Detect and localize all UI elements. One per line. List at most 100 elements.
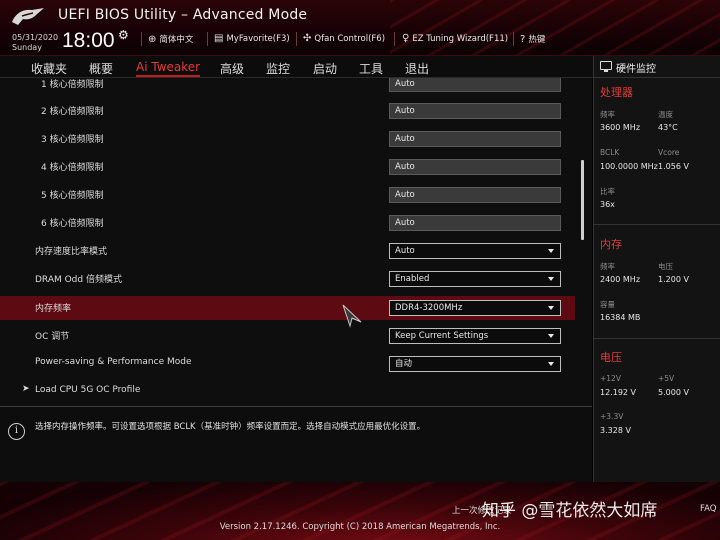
title-bar: UEFI BIOS Utility – Advanced Mode 05/31/… (0, 0, 720, 56)
setting-row[interactable]: OC 调节 Keep Current Settings (0, 324, 575, 348)
setting-row[interactable]: 2 核心倍频限制 Auto (0, 99, 575, 123)
setting-label: DRAM Odd 倍频模式 (35, 275, 122, 285)
setting-row[interactable]: DRAM Odd 倍频模式 Enabled (0, 267, 575, 291)
section-divider (594, 338, 720, 339)
toolbar-separator (394, 32, 395, 46)
tab-tool[interactable]: 工具 (359, 60, 383, 77)
monitor-header: 硬件监控 (594, 56, 720, 78)
mem-cap-label: 容量 (600, 300, 615, 309)
settings-panel: 1 核心倍频限制 Auto 2 核心倍频限制 Auto 3 核心倍频限制 Aut… (0, 78, 592, 406)
info-icon: i (8, 423, 25, 440)
toolbar-separator (141, 32, 142, 46)
faq-button[interactable]: FAQ (700, 504, 716, 514)
setting-label: 4 核心倍频限制 (41, 163, 104, 173)
bclk-value: 100.0000 MHz (600, 162, 658, 171)
setting-dropdown[interactable]: DDR4-3200MHz (389, 300, 561, 316)
setting-label: Power-saving & Performance Mode (35, 357, 192, 367)
setting-input[interactable]: Auto (389, 159, 561, 175)
chevron-down-icon (548, 362, 554, 366)
help-text: 选择内存操作频率。可设置选项根据 BCLK（基准时钟）频率设置而定。选择自动模式… (35, 422, 426, 432)
tab-monitor[interactable]: 监控 (266, 60, 290, 77)
app-title: UEFI BIOS Utility – Advanced Mode (58, 7, 308, 23)
setting-label: 5 核心倍频限制 (41, 191, 104, 201)
mem-volt-label: 电压 (658, 262, 673, 271)
day-text: Sunday (12, 43, 42, 52)
tab-boot[interactable]: 启动 (313, 60, 337, 77)
myfavorite-button[interactable]: ▤ MyFavorite(F3) (214, 33, 290, 44)
setting-label: 内存速度比率模式 (35, 247, 108, 257)
date-text: 05/31/2020 (12, 33, 59, 42)
v12-value: 12.192 V (600, 388, 637, 397)
tab-exit[interactable]: 退出 (405, 60, 429, 77)
toolbar-separator (513, 32, 514, 46)
setting-input[interactable]: Auto (389, 215, 561, 231)
ez-tuning-button[interactable]: ♀ EZ Tuning Wizard(F11) (402, 33, 508, 44)
rog-logo-icon (12, 8, 44, 25)
tab-ai-tweaker[interactable]: Ai Tweaker (136, 60, 201, 77)
setting-input[interactable]: Auto (389, 131, 561, 147)
ez-tuning-label: EZ Tuning Wizard(F11) (412, 33, 509, 44)
help-icon: ? (520, 33, 526, 45)
language-button[interactable]: ⊕ 简体中文 (148, 33, 194, 46)
setting-dropdown[interactable]: Auto (389, 243, 561, 259)
watermark-text: 知乎 @雪花依然大如席 (482, 501, 658, 521)
hotkeys-button[interactable]: ? 热键 (520, 33, 545, 46)
time-display: 18:00 (62, 29, 115, 52)
mem-volt-value: 1.200 V (658, 275, 689, 284)
setting-dropdown[interactable]: 自动 (389, 356, 561, 372)
vcore-value: 1.056 V (658, 162, 689, 171)
globe-icon: ⊕ (148, 33, 157, 45)
cpu-freq-value: 3600 MHz (600, 123, 641, 132)
mem-cap-value: 16384 MB (600, 313, 641, 322)
decorative-stripes (390, 0, 720, 55)
language-label: 简体中文 (159, 35, 194, 45)
scrollbar[interactable] (581, 160, 584, 240)
setting-row[interactable]: 5 核心倍频限制 Auto (0, 183, 575, 207)
setting-row[interactable]: 1 核心倍频限制 Auto (0, 78, 575, 96)
tab-main[interactable]: 概要 (89, 60, 113, 77)
setting-dropdown[interactable]: Enabled (389, 271, 561, 287)
keyboard-icon: ▤ (214, 33, 224, 44)
setting-row[interactable]: 内存速度比率模式 Auto (0, 239, 575, 263)
setting-input[interactable]: Auto (389, 187, 561, 203)
setting-label: 6 核心倍频限制 (41, 219, 104, 229)
monitor-title: 硬件监控 (616, 64, 656, 75)
setting-input[interactable]: Auto (389, 78, 561, 92)
cpu-temp-value: 43°C (658, 123, 678, 132)
dropdown-value: Enabled (395, 274, 430, 284)
cpu-temp-label: 温度 (658, 110, 673, 119)
chevron-down-icon (548, 334, 554, 338)
v33-value: 3.328 V (600, 426, 631, 435)
bclk-label: BCLK (600, 148, 620, 157)
ratio-value: 36x (600, 200, 615, 209)
setting-label: 内存频率 (35, 304, 72, 314)
setting-label: 1 核心倍频限制 (41, 80, 104, 90)
tab-advanced[interactable]: 高级 (220, 60, 244, 77)
setting-dropdown[interactable]: Keep Current Settings (389, 328, 561, 344)
bulb-icon: ♀ (402, 33, 410, 44)
chevron-down-icon (548, 306, 554, 310)
cpu-section-title: 处理器 (600, 86, 633, 99)
dropdown-value: DDR4-3200MHz (395, 303, 463, 313)
setting-row[interactable]: 4 核心倍频限制 Auto (0, 155, 575, 179)
toolbar-separator (296, 32, 297, 46)
setting-label: 2 核心倍频限制 (41, 107, 104, 117)
dropdown-value: Auto (395, 246, 415, 256)
chevron-down-icon (548, 249, 554, 253)
setting-row-selected[interactable]: 内存频率 DDR4-3200MHz (0, 296, 575, 320)
tab-favorites[interactable]: 收藏夹 (31, 60, 67, 77)
setting-input[interactable]: Auto (389, 103, 561, 119)
setting-row[interactable]: 3 核心倍频限制 Auto (0, 127, 575, 151)
monitor-icon (600, 61, 612, 72)
qfan-button[interactable]: ✣ Qfan Control(F6) (303, 33, 385, 44)
section-divider (594, 224, 720, 225)
ratio-label: 比率 (600, 187, 615, 196)
date-display: 05/31/2020 Sunday (12, 33, 58, 53)
setting-label: 3 核心倍频限制 (41, 135, 104, 145)
submenu-row[interactable]: ➤ Load CPU 5G OC Profile (0, 380, 575, 404)
setting-row[interactable]: Power-saving & Performance Mode 自动 (0, 352, 575, 376)
chevron-right-icon: ➤ (22, 384, 30, 394)
gear-icon[interactable]: ⚙ (118, 28, 129, 42)
voltage-section-title: 电压 (600, 351, 622, 364)
setting-row[interactable]: 6 核心倍频限制 Auto (0, 211, 575, 235)
